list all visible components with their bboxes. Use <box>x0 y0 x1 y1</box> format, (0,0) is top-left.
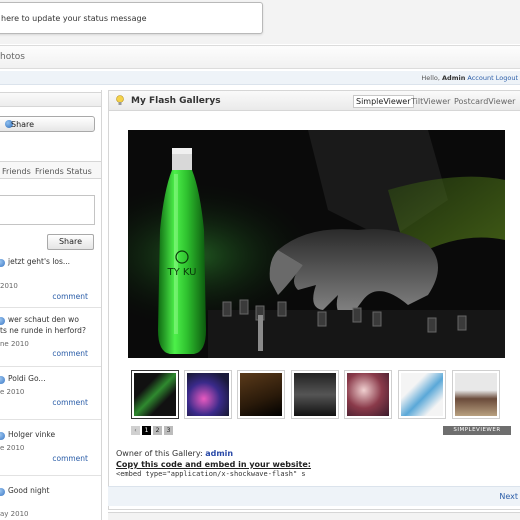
tab-photos[interactable]: hotos <box>0 52 25 62</box>
share-status-button[interactable]: Share <box>47 234 94 250</box>
logout-link[interactable]: Logout <box>496 74 518 82</box>
embed-code[interactable]: <embed type="application/x-shockwave-fla… <box>116 470 306 478</box>
simpleviewer-label[interactable]: SIMPLEVIEWER <box>443 426 511 435</box>
page-1[interactable]: 1 <box>142 426 151 435</box>
divider <box>0 419 101 420</box>
divider <box>0 307 101 308</box>
status-input[interactable]: here to update your status message <box>0 2 263 34</box>
comment-link[interactable]: comment <box>52 292 88 301</box>
post-date: e 2010 <box>0 444 25 452</box>
divider <box>0 475 101 476</box>
post-message: jetzt geht's los... <box>8 257 71 266</box>
tab-row: hotos <box>0 45 520 69</box>
username: Admin <box>442 74 466 82</box>
post-date: 2010 <box>0 282 18 290</box>
post-message-line2: ts ne runde in herford? <box>0 326 86 335</box>
next-link[interactable]: Next <box>499 492 518 501</box>
comment-link[interactable]: comment <box>52 454 88 463</box>
tab-simpleviewer[interactable]: SimpleViewer <box>353 95 414 108</box>
hello-text: Hello, <box>421 74 440 82</box>
thumbnail-2[interactable] <box>184 370 232 419</box>
thumbnail-3[interactable] <box>237 370 285 419</box>
account-link[interactable]: Account <box>467 74 493 82</box>
page-2[interactable]: 2 <box>153 426 162 435</box>
user-bar-right: Hello, Admin Account Logout <box>421 74 518 82</box>
lightbulb-icon <box>116 95 124 105</box>
next-panel-header <box>108 512 520 520</box>
comment-link[interactable]: comment <box>52 349 88 358</box>
post-message: Good night <box>8 486 50 495</box>
post-date: ay 2010 <box>0 510 29 518</box>
thumbnail-1[interactable] <box>131 370 179 419</box>
pagination-bar: Next <box>108 486 520 506</box>
thumbnail-5[interactable] <box>344 370 392 419</box>
user-bar: Hello, Admin Account Logout <box>0 71 520 85</box>
post-message: Poldi Go... <box>8 374 46 383</box>
share-button[interactable]: Share <box>0 116 95 132</box>
page-3[interactable]: 3 <box>164 426 173 435</box>
tab-postcardviewer[interactable]: PostcardViewer <box>454 97 515 106</box>
comment-link[interactable]: comment <box>52 398 88 407</box>
dj-bottle-photo: TY KU <box>128 130 505 358</box>
friends-tabs: Friends Friends Status <box>0 161 101 179</box>
left-panel-header <box>0 92 101 107</box>
post-date: ne 2010 <box>0 340 29 348</box>
thumbnail-6[interactable] <box>398 370 446 419</box>
owner-label: Owner of this Gallery: <box>116 449 203 458</box>
prev-page-button[interactable]: ‹ <box>131 426 140 435</box>
status-placeholder: here to update your status message <box>1 14 147 23</box>
gallery-owner: Owner of this Gallery: admin <box>116 449 233 458</box>
tab-tiltviewer[interactable]: TiltViewer <box>411 97 450 106</box>
gallery-title: My Flash Gallerys <box>131 96 221 106</box>
divider <box>0 366 101 367</box>
main-gallery-image[interactable]: TY KU <box>128 130 505 358</box>
tab-friends[interactable]: Friends <box>2 167 31 176</box>
post-date: e 2010 <box>0 388 25 396</box>
tab-friends-status[interactable]: Friends Status <box>35 167 92 176</box>
embed-instructions: Copy this code and embed in your website… <box>116 460 311 469</box>
status-textarea[interactable] <box>0 195 95 225</box>
post-message: Holger vinke <box>8 430 56 439</box>
share-button-label: Share <box>11 120 35 129</box>
thumbnail-4[interactable] <box>291 370 339 419</box>
thumbnail-7[interactable] <box>452 370 500 419</box>
bottle-brand-text: TY KU <box>166 267 196 278</box>
owner-link[interactable]: admin <box>205 449 233 458</box>
